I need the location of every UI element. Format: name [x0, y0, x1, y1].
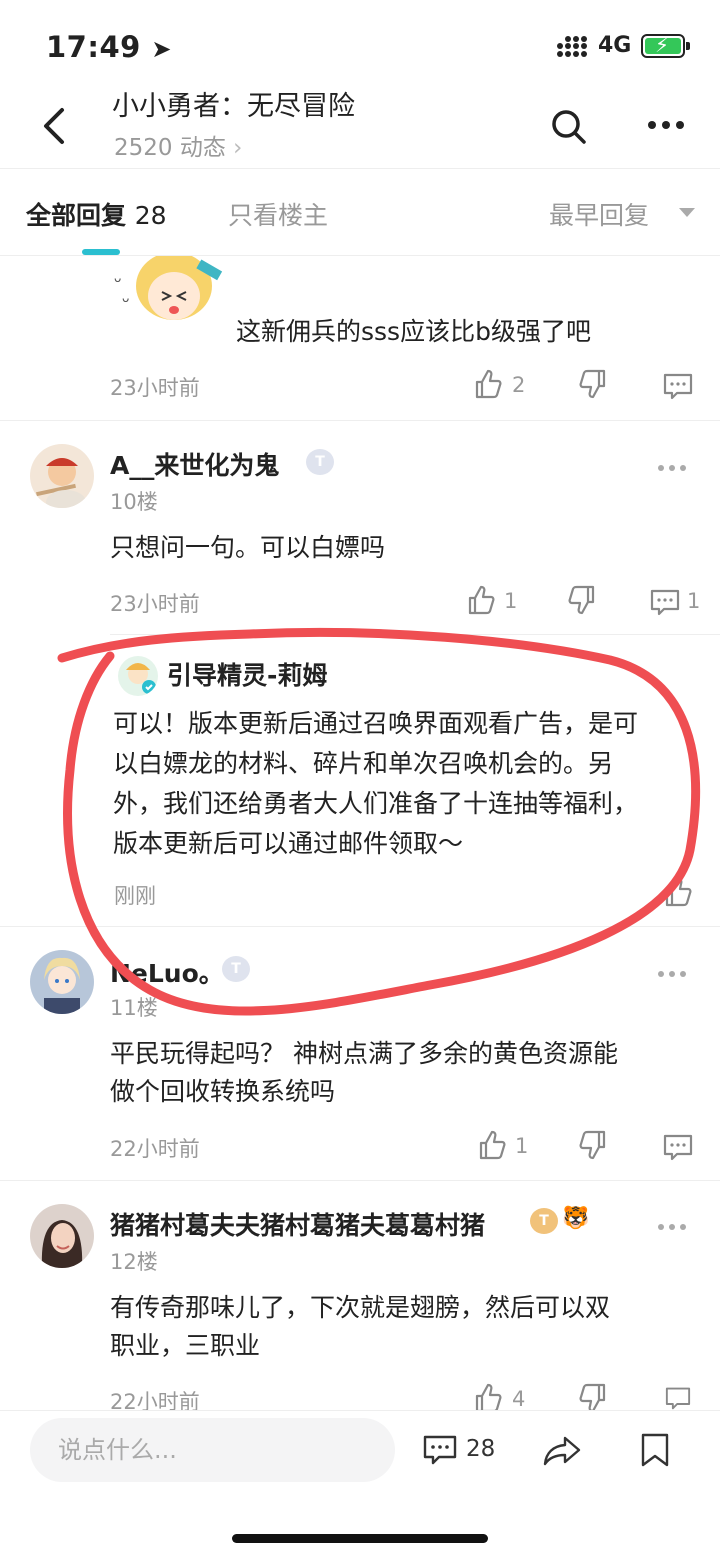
network-type: 4G: [598, 33, 632, 58]
svg-text:ᴗ: ᴗ: [122, 291, 129, 305]
reply-line: 以白嫖龙的材料、碎片和单次召唤机会的。另: [113, 749, 614, 778]
status-time: 17:49 ➤: [46, 30, 173, 64]
like-icon[interactable]: [473, 1382, 503, 1410]
like-count: 2: [512, 373, 526, 397]
home-indicator: [232, 1534, 488, 1543]
like-count: 1: [515, 1134, 529, 1158]
sticker-image: ᴗᴗ: [108, 256, 238, 336]
battery-icon: ⚡: [641, 33, 690, 58]
comment-icon[interactable]: [423, 1434, 457, 1466]
share-icon[interactable]: [543, 1434, 583, 1466]
signal-icon: [557, 36, 587, 57]
more-icon[interactable]: [644, 110, 688, 140]
sort-dropdown[interactable]: 最早回复: [549, 196, 649, 232]
like-icon[interactable]: [663, 876, 693, 908]
reply-line: 可以！版本更新后通过召唤界面观看广告，是可: [113, 709, 639, 738]
chevron-down-icon[interactable]: [679, 208, 695, 217]
divider: [0, 1180, 720, 1181]
back-icon[interactable]: [36, 104, 76, 148]
reply-time: 刚刚: [114, 884, 156, 908]
more-icon[interactable]: [657, 970, 687, 978]
reply-count: 1: [687, 589, 701, 613]
avatar[interactable]: [30, 444, 94, 508]
medal-icon: 🐯: [562, 1206, 590, 1231]
comment-time: 23小时前: [110, 376, 200, 400]
user-name[interactable]: NeLuo。: [110, 954, 224, 990]
floor-number: 12楼: [110, 1250, 158, 1274]
status-bar: 17:49 ➤ 4G ⚡: [0, 0, 720, 92]
official-avatar[interactable]: [118, 656, 158, 696]
avatar[interactable]: [30, 950, 94, 1014]
reply-body: 可以！版本更新后通过召唤界面观看广告，是可 以白嫖龙的材料、碎片和单次召唤机会的…: [113, 704, 713, 864]
comment-icon[interactable]: [650, 588, 680, 616]
floor-number: 10楼: [110, 490, 158, 514]
svg-text:ᴗ: ᴗ: [114, 271, 121, 285]
dislike-icon[interactable]: [567, 584, 597, 616]
divider: [0, 926, 720, 927]
reply-line: 版本更新后可以通过邮件领取～: [113, 829, 464, 858]
floor-number: 11楼: [110, 996, 158, 1020]
like-icon[interactable]: [466, 584, 496, 616]
search-icon[interactable]: [548, 106, 588, 146]
comment-icon[interactable]: [663, 372, 693, 400]
dislike-icon[interactable]: [578, 1129, 608, 1161]
comment-text: 职业，三职业: [110, 1331, 261, 1360]
avatar[interactable]: [30, 1204, 94, 1268]
page-title: 小小勇者：无尽冒险: [112, 91, 355, 122]
comment-icon[interactable]: [663, 1133, 693, 1161]
user-name[interactable]: 猪猪村葛夫夫猪村葛猪夫葛葛村猪: [110, 1206, 485, 1242]
official-name[interactable]: 引导精灵-莉姆: [167, 656, 327, 692]
level-badge: T: [222, 956, 250, 982]
divider: [110, 634, 720, 635]
dislike-icon[interactable]: [578, 1382, 608, 1410]
like-icon[interactable]: [477, 1129, 507, 1161]
comment-text: 做个回收转换系统吗: [110, 1077, 336, 1106]
comment-text: 只想问一句。可以白嫖吗: [110, 533, 386, 562]
like-icon[interactable]: [473, 368, 503, 400]
more-icon[interactable]: [657, 464, 687, 472]
post-count-link[interactable]: 2520 动态 ›: [114, 128, 242, 162]
level-badge: T: [530, 1208, 558, 1234]
dislike-icon[interactable]: [578, 368, 608, 400]
comment-icon[interactable]: [663, 1386, 693, 1410]
comment-time: 23小时前: [110, 592, 200, 616]
tab-all-replies[interactable]: 全部回复 28: [26, 196, 167, 232]
comment-text: 平民玩得起吗？ 神树点满了多余的黄色资源能: [110, 1039, 618, 1068]
comment-time: 22小时前: [110, 1137, 200, 1161]
divider: [0, 168, 720, 169]
comment-count: 28: [466, 1436, 496, 1462]
like-count: 1: [504, 589, 518, 613]
user-name[interactable]: A__来世化为鬼: [110, 446, 279, 482]
level-badge: T: [306, 449, 334, 475]
comment-text: 有传奇那味儿了，下次就是翅膀，然后可以双: [110, 1293, 611, 1322]
tab-owner-only[interactable]: 只看楼主: [228, 196, 328, 232]
like-count: 4: [512, 1387, 526, 1411]
comment-text: 这新佣兵的sss应该比b级强了吧: [236, 317, 591, 346]
reply-line: 外，我们还给勇者大人们准备了十连抽等福利，: [113, 789, 639, 818]
bookmark-icon[interactable]: [640, 1433, 670, 1467]
more-icon[interactable]: [657, 1223, 687, 1231]
comment-input[interactable]: 说点什么...: [30, 1418, 395, 1482]
divider: [0, 420, 720, 421]
